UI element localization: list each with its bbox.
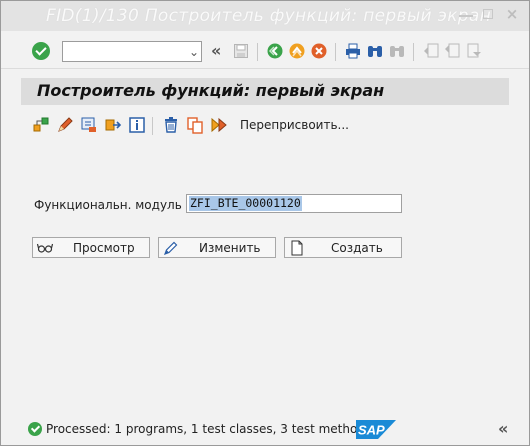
command-field[interactable]: ⌄: [62, 41, 202, 62]
cancel-icon[interactable]: [311, 43, 327, 59]
page-title: Построитель функций: первый экран: [37, 81, 385, 100]
change-button[interactable]: Изменить: [158, 237, 276, 258]
transport-icon[interactable]: [104, 116, 122, 134]
toolbar-divider: [413, 43, 414, 61]
display-button-label: Просмотр: [73, 241, 135, 255]
next-page-icon[interactable]: [465, 43, 481, 59]
status-message[interactable]: Processed: 1 programs, 1 test classes, 3…: [46, 422, 371, 436]
glasses-icon: [37, 243, 53, 253]
rename-icon[interactable]: [210, 116, 228, 134]
reassign-button[interactable]: Переприсвоить...: [240, 118, 349, 132]
collapse-status-icon[interactable]: «: [498, 419, 508, 438]
sap-window: FID(1)/130 Построитель функций: первый э…: [0, 0, 530, 446]
edit-icon[interactable]: [56, 116, 74, 134]
standard-toolbar: ⌄ «: [1, 35, 529, 69]
first-page-icon[interactable]: [423, 43, 439, 59]
toolbar-divider: [152, 117, 153, 135]
function-module-input[interactable]: ZFI_BTE_00001120: [186, 194, 402, 213]
minimize-button[interactable]: [459, 7, 473, 17]
hierarchy-icon[interactable]: [32, 116, 50, 134]
function-module-label: Функциональн. модуль: [34, 198, 182, 212]
application-toolbar: Переприсвоить...: [21, 111, 509, 139]
toolbar-divider: [257, 43, 258, 61]
delete-icon[interactable]: [162, 116, 180, 134]
save-icon[interactable]: [233, 43, 249, 59]
success-icon: [28, 422, 42, 436]
svg-text:SAP: SAP: [358, 423, 385, 438]
exit-icon[interactable]: [289, 43, 305, 59]
prev-page-icon[interactable]: [444, 43, 460, 59]
pencil-icon: [163, 241, 178, 256]
info-icon[interactable]: [128, 116, 146, 134]
change-button-label: Изменить: [199, 241, 261, 255]
collapse-toolbar-icon[interactable]: «: [211, 41, 221, 60]
create-button-label: Создать: [331, 241, 383, 255]
sap-logo-icon: SAP: [356, 420, 396, 439]
title-bar: FID(1)/130 Построитель функций: первый э…: [1, 1, 529, 31]
back-icon[interactable]: [267, 43, 283, 59]
command-input[interactable]: [63, 42, 181, 61]
create-button[interactable]: Создать: [284, 237, 402, 258]
toolbar-divider: [335, 43, 336, 61]
print-icon[interactable]: [345, 43, 361, 59]
copy-icon[interactable]: [186, 116, 204, 134]
window-title: FID(1)/130 Построитель функций: первый э…: [46, 6, 492, 26]
function-module-value[interactable]: ZFI_BTE_00001120: [189, 196, 302, 211]
display-button[interactable]: Просмотр: [32, 237, 150, 258]
find-next-icon[interactable]: [389, 43, 405, 59]
close-button[interactable]: ×: [505, 7, 519, 22]
new-document-icon: [291, 240, 303, 256]
tool-icon[interactable]: [80, 116, 98, 134]
enter-icon[interactable]: [32, 42, 50, 60]
chevron-down-icon[interactable]: ⌄: [189, 45, 199, 59]
find-icon[interactable]: [367, 43, 383, 59]
screen-title-bar: Построитель функций: первый экран: [21, 78, 509, 105]
status-bar: Processed: 1 programs, 1 test classes, 3…: [1, 415, 529, 445]
maximize-button[interactable]: [483, 9, 493, 19]
